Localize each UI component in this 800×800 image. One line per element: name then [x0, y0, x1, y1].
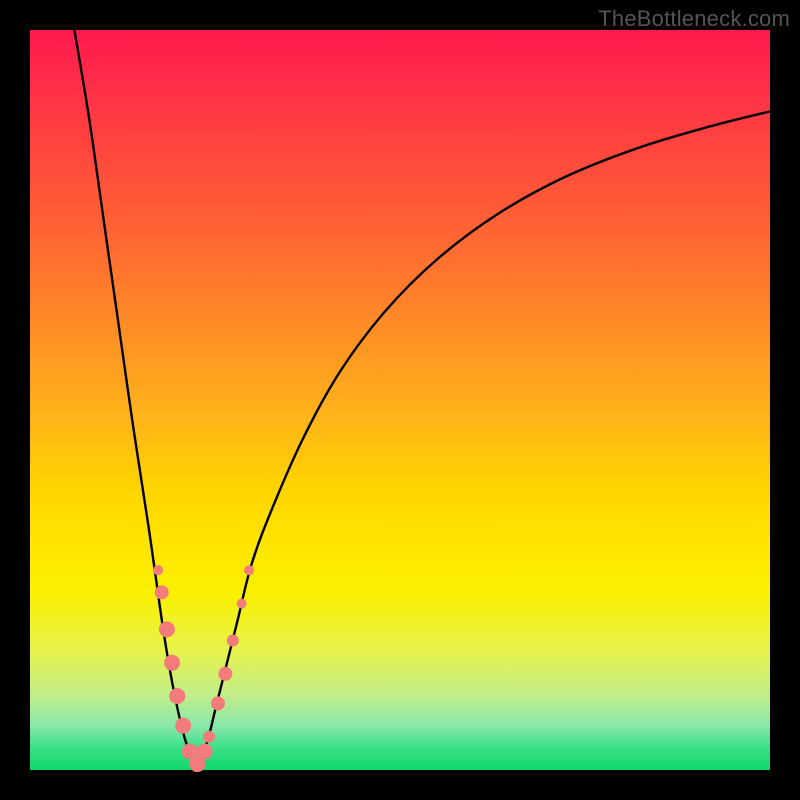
data-point — [244, 565, 254, 575]
data-point — [175, 718, 191, 734]
data-point — [153, 565, 163, 575]
data-point — [211, 696, 225, 710]
data-point — [227, 635, 239, 647]
curve-left-curve — [74, 30, 196, 766]
chart-svg — [0, 0, 800, 800]
data-point — [237, 599, 247, 609]
data-point — [159, 621, 175, 637]
data-point — [218, 667, 232, 681]
curve-right-curve — [197, 111, 771, 766]
data-point — [197, 744, 213, 760]
curves-layer — [74, 30, 770, 766]
data-point — [169, 688, 185, 704]
data-point — [155, 585, 169, 599]
data-point — [203, 731, 215, 743]
markers-layer — [153, 565, 254, 772]
data-point — [164, 655, 180, 671]
